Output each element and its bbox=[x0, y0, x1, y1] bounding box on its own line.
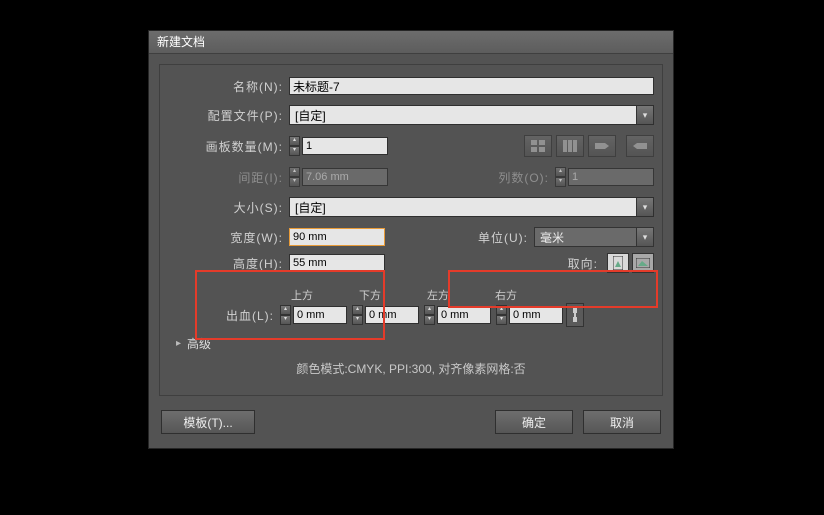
bleed-header-right: 右方 bbox=[493, 287, 561, 303]
bleed-label: 出血(L): bbox=[168, 307, 280, 324]
profile-value: [自定] bbox=[290, 107, 636, 124]
units-dropdown[interactable]: 毫米 bbox=[534, 227, 654, 247]
bleed-left-input[interactable] bbox=[437, 306, 491, 324]
ok-button[interactable]: 确定 bbox=[495, 410, 573, 434]
arrange-row-rtl-icon[interactable] bbox=[588, 135, 616, 157]
columns-input bbox=[568, 168, 654, 186]
bleed-top-spinner[interactable]: ▴▾ bbox=[280, 305, 291, 325]
artboards-label: 画板数量(M): bbox=[168, 138, 289, 155]
summary-text: 颜色模式:CMYK, PPI:300, 对齐像素网格:否 bbox=[168, 360, 654, 377]
bleed-top-input[interactable] bbox=[293, 306, 347, 324]
bleed-header-bottom: 下方 bbox=[357, 287, 425, 303]
bleed-bottom-spinner[interactable]: ▴▾ bbox=[352, 305, 363, 325]
main-panel: 名称(N): 配置文件(P): [自定] 画板数量(M): ▴▾ bbox=[159, 64, 663, 396]
name-label: 名称(N): bbox=[168, 78, 289, 95]
bleed-left-spinner[interactable]: ▴▾ bbox=[424, 305, 435, 325]
chevron-down-icon[interactable] bbox=[636, 228, 653, 246]
spacing-input bbox=[302, 168, 388, 186]
spacing-spinner: ▴▾ bbox=[289, 167, 300, 187]
profile-label: 配置文件(P): bbox=[168, 107, 289, 124]
columns-spinner: ▴▾ bbox=[555, 167, 566, 187]
bleed-header-top: 上方 bbox=[289, 287, 357, 303]
new-document-dialog: 新建文档 名称(N): 配置文件(P): [自定] 画板数量(M): ▴▾ bbox=[148, 30, 674, 449]
arrange-row-ltr-icon[interactable] bbox=[626, 135, 654, 157]
size-dropdown[interactable]: [自定] bbox=[289, 197, 654, 217]
size-value: [自定] bbox=[290, 199, 636, 216]
chevron-down-icon[interactable] bbox=[636, 106, 653, 124]
template-button[interactable]: 模板(T)... bbox=[161, 410, 255, 434]
artboards-spinner[interactable]: ▴▾ bbox=[289, 136, 300, 156]
orientation-landscape-icon[interactable] bbox=[632, 253, 654, 273]
arrange-grid-col-icon[interactable] bbox=[556, 135, 584, 157]
profile-dropdown[interactable]: [自定] bbox=[289, 105, 654, 125]
bleed-right-spinner[interactable]: ▴▾ bbox=[496, 305, 507, 325]
bleed-bottom-input[interactable] bbox=[365, 306, 419, 324]
arrange-grid-row-icon[interactable] bbox=[524, 135, 552, 157]
height-input[interactable] bbox=[289, 254, 385, 272]
cancel-button[interactable]: 取消 bbox=[583, 410, 661, 434]
width-input[interactable] bbox=[289, 228, 385, 246]
artboards-input[interactable] bbox=[302, 137, 388, 155]
width-label: 宽度(W): bbox=[168, 229, 289, 246]
bleed-headers: 上方 下方 左方 右方 bbox=[289, 287, 654, 303]
orientation-portrait-icon[interactable] bbox=[607, 253, 629, 273]
bleed-link-icon[interactable] bbox=[566, 303, 584, 327]
name-input[interactable] bbox=[289, 77, 654, 95]
units-value: 毫米 bbox=[535, 229, 636, 246]
units-label: 单位(U): bbox=[478, 229, 534, 246]
dialog-title: 新建文档 bbox=[149, 31, 673, 54]
spacing-label: 间距(I): bbox=[168, 169, 289, 186]
advanced-toggle[interactable]: 高级 bbox=[176, 335, 654, 352]
columns-label: 列数(O): bbox=[498, 169, 555, 186]
bleed-header-left: 左方 bbox=[425, 287, 493, 303]
orientation-label: 取向: bbox=[568, 255, 604, 272]
bleed-right-input[interactable] bbox=[509, 306, 563, 324]
size-label: 大小(S): bbox=[168, 199, 289, 216]
chevron-down-icon[interactable] bbox=[636, 198, 653, 216]
height-label: 高度(H): bbox=[168, 255, 289, 272]
